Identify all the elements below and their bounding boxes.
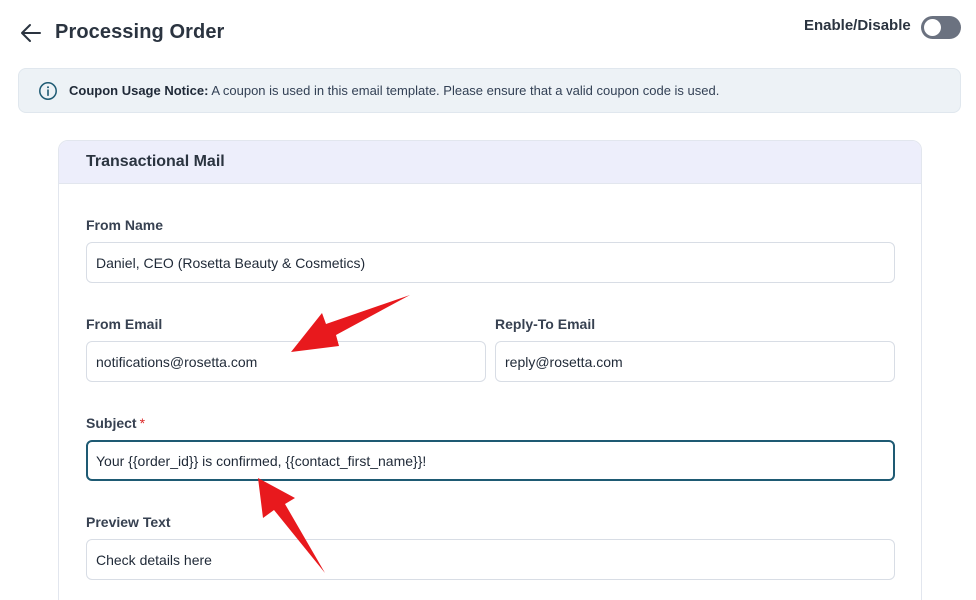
from-email-input[interactable]: notifications@rosetta.com (86, 341, 486, 382)
card-title: Transactional Mail (86, 153, 225, 170)
top-bar: Processing Order Enable/Disable (0, 0, 976, 66)
arrow-left-icon (21, 24, 41, 42)
subject-input[interactable]: Your {{order_id}} is confirmed, {{contac… (86, 440, 895, 481)
preview-text-input[interactable]: Check details here (86, 539, 895, 580)
reply-to-email-label: Reply-To Email (495, 316, 596, 332)
notice-message: A coupon is used in this email template.… (211, 83, 720, 98)
card-header: Transactional Mail (59, 141, 921, 184)
preview-text-label: Preview Text (86, 514, 171, 530)
from-email-label: From Email (86, 316, 163, 332)
enable-disable-label: Enable/Disable (804, 17, 911, 34)
info-icon (39, 81, 57, 100)
from-name-label: From Name (86, 217, 164, 233)
required-mark: * (139, 415, 146, 431)
transactional-mail-card: Transactional Mail From Name Daniel, CEO… (58, 140, 922, 600)
notice-text: Coupon Usage Notice: A coupon is used in… (69, 83, 719, 98)
reply-to-email-input[interactable]: reply@rosetta.com (495, 341, 895, 382)
page-title: Processing Order (55, 21, 225, 43)
toggle-knob (924, 19, 941, 36)
subject-label: Subject * (86, 415, 145, 431)
enable-disable-toggle[interactable] (921, 16, 961, 39)
coupon-notice: Coupon Usage Notice: A coupon is used in… (18, 68, 961, 113)
subject-label-text: Subject (86, 415, 137, 431)
back-button[interactable] (18, 20, 44, 46)
from-name-input[interactable]: Daniel, CEO (Rosetta Beauty & Cosmetics) (86, 242, 895, 283)
notice-title: Coupon Usage Notice: (69, 83, 209, 98)
